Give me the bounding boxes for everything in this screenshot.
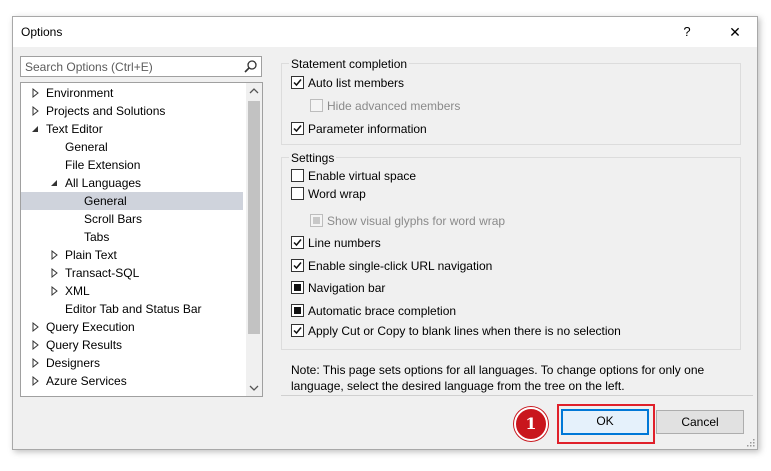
tree-item[interactable]: Transact-SQL	[21, 264, 243, 282]
options-tree[interactable]: Environment Projects and Solutions Text Ed…	[20, 82, 263, 397]
tree-item-label: Query Execution	[46, 320, 135, 334]
tree-item[interactable]: Text Editor	[21, 120, 243, 138]
option-label: Show visual glyphs for word wrap	[327, 214, 506, 228]
checkbox-box[interactable]	[291, 304, 304, 317]
tree-item[interactable]: Environment	[21, 84, 243, 102]
collapsed-arrow-icon[interactable]	[31, 84, 41, 102]
search-icon[interactable]	[243, 59, 258, 74]
checkbox-box[interactable]	[291, 281, 304, 294]
checkbox-box	[310, 99, 323, 112]
checkbox-box[interactable]	[291, 259, 304, 272]
tree-item-label: Azure Services	[46, 374, 127, 388]
close-button[interactable]: ✕	[717, 17, 753, 47]
note-line-2: language, select the desired language fr…	[291, 379, 625, 393]
tree-item-label: General	[65, 140, 108, 154]
tree-item[interactable]: Query Results	[21, 336, 243, 354]
option-label: Enable virtual space	[308, 169, 417, 183]
checkbox-box	[310, 214, 323, 227]
tree-item-label: Environment	[46, 86, 114, 100]
collapsed-arrow-icon[interactable]	[31, 354, 41, 372]
collapsed-arrow-icon[interactable]	[50, 246, 60, 264]
settings-group	[281, 157, 741, 350]
tree-item-label: Projects and Solutions	[46, 104, 166, 118]
tree-item[interactable]: General	[21, 138, 243, 156]
scroll-thumb[interactable]	[248, 101, 260, 334]
cancel-button[interactable]: Cancel	[656, 410, 744, 434]
tree-item[interactable]: Projects and Solutions	[21, 102, 243, 120]
checkmark-icon	[293, 262, 302, 270]
tree-item[interactable]: Scroll Bars	[21, 210, 243, 228]
tree-item-label: General	[84, 194, 127, 208]
tree-item[interactable]: XML	[21, 282, 243, 300]
window-title: Options	[21, 25, 63, 39]
option-label: Automatic brace completion	[308, 304, 457, 318]
collapsed-arrow-icon[interactable]	[50, 282, 60, 300]
note-text: Note: This page sets options for all lan…	[291, 362, 731, 394]
tree-item[interactable]: Tabs	[21, 228, 243, 246]
title-bar: Options ? ✕	[13, 17, 757, 47]
checkmark-icon	[293, 125, 302, 133]
collapsed-arrow-icon[interactable]	[31, 336, 41, 354]
option-label: Hide advanced members	[327, 99, 461, 113]
tree-item[interactable]: Editor Tab and Status Bar	[21, 300, 243, 318]
help-button[interactable]: ?	[673, 17, 701, 47]
tree-item[interactable]: File Extension	[21, 156, 243, 174]
expanded-arrow-icon[interactable]	[31, 120, 41, 138]
indeterminate-mark-icon	[294, 307, 301, 314]
options-dialog: Options ? ✕ Search Options (Ctrl+E) Envi…	[12, 16, 758, 450]
indeterminate-mark-icon	[313, 217, 320, 224]
tree-item-label: All Languages	[65, 176, 142, 190]
resize-grip-icon[interactable]	[745, 437, 755, 447]
checkbox-box[interactable]	[291, 122, 304, 135]
collapsed-arrow-icon[interactable]	[50, 264, 60, 282]
tree-item-label: File Extension	[65, 158, 141, 172]
checkbox-box[interactable]	[291, 187, 304, 200]
checkmark-icon	[293, 239, 302, 247]
option-label: Word wrap	[308, 187, 366, 201]
statement-completion-title: Statement completion	[289, 57, 410, 71]
tree-scrollbar[interactable]	[246, 83, 262, 396]
tree-item[interactable]: Plain Text	[21, 246, 243, 264]
tree-item-label: Text Editor	[46, 122, 103, 136]
scroll-up-icon[interactable]	[246, 83, 262, 99]
checkmark-icon	[293, 79, 302, 87]
step-badge: 1	[514, 407, 548, 441]
collapsed-arrow-icon[interactable]	[31, 102, 41, 120]
ok-button[interactable]: OK	[561, 409, 649, 435]
tree-item-label: XML	[65, 284, 90, 298]
tree-item[interactable]: General	[21, 192, 243, 210]
expanded-arrow-icon[interactable]	[50, 174, 60, 192]
tree-item[interactable]: All Languages	[21, 174, 243, 192]
tree-item-label: Transact-SQL	[65, 266, 140, 280]
tree-item[interactable]: Query Execution	[21, 318, 243, 336]
option-label: Navigation bar	[308, 281, 386, 295]
checkbox-box[interactable]	[291, 169, 304, 182]
collapsed-arrow-icon[interactable]	[31, 372, 41, 390]
collapsed-arrow-icon[interactable]	[31, 318, 41, 336]
option-label: Apply Cut or Copy to blank lines when th…	[308, 324, 621, 338]
search-options-input[interactable]: Search Options (Ctrl+E)	[20, 56, 262, 77]
option-label: Auto list members	[308, 76, 405, 90]
scroll-down-icon[interactable]	[246, 380, 262, 396]
note-line-1: Note: This page sets options for all lan…	[291, 363, 705, 377]
option-label: Enable single-click URL navigation	[308, 259, 493, 273]
tree-item[interactable]: Azure Services	[21, 372, 243, 390]
tree-item-label: Scroll Bars	[84, 212, 143, 226]
checkbox-box[interactable]	[291, 236, 304, 249]
tree-item[interactable]: Designers	[21, 354, 243, 372]
checkbox-box[interactable]	[291, 324, 304, 337]
checkbox-box[interactable]	[291, 76, 304, 89]
indeterminate-mark-icon	[294, 284, 301, 291]
tree-item-label: Plain Text	[65, 248, 117, 262]
tree-item-label: Query Results	[46, 338, 123, 352]
option-label: Parameter information	[308, 122, 427, 136]
checkmark-icon	[293, 327, 302, 335]
tree-item-label: Designers	[46, 356, 101, 370]
button-separator	[281, 395, 753, 396]
settings-title: Settings	[289, 151, 337, 165]
tree-item-label: Tabs	[84, 230, 110, 244]
option-label: Line numbers	[308, 236, 381, 250]
tree-item-label: Editor Tab and Status Bar	[65, 302, 202, 316]
search-placeholder: Search Options (Ctrl+E)	[25, 60, 153, 74]
